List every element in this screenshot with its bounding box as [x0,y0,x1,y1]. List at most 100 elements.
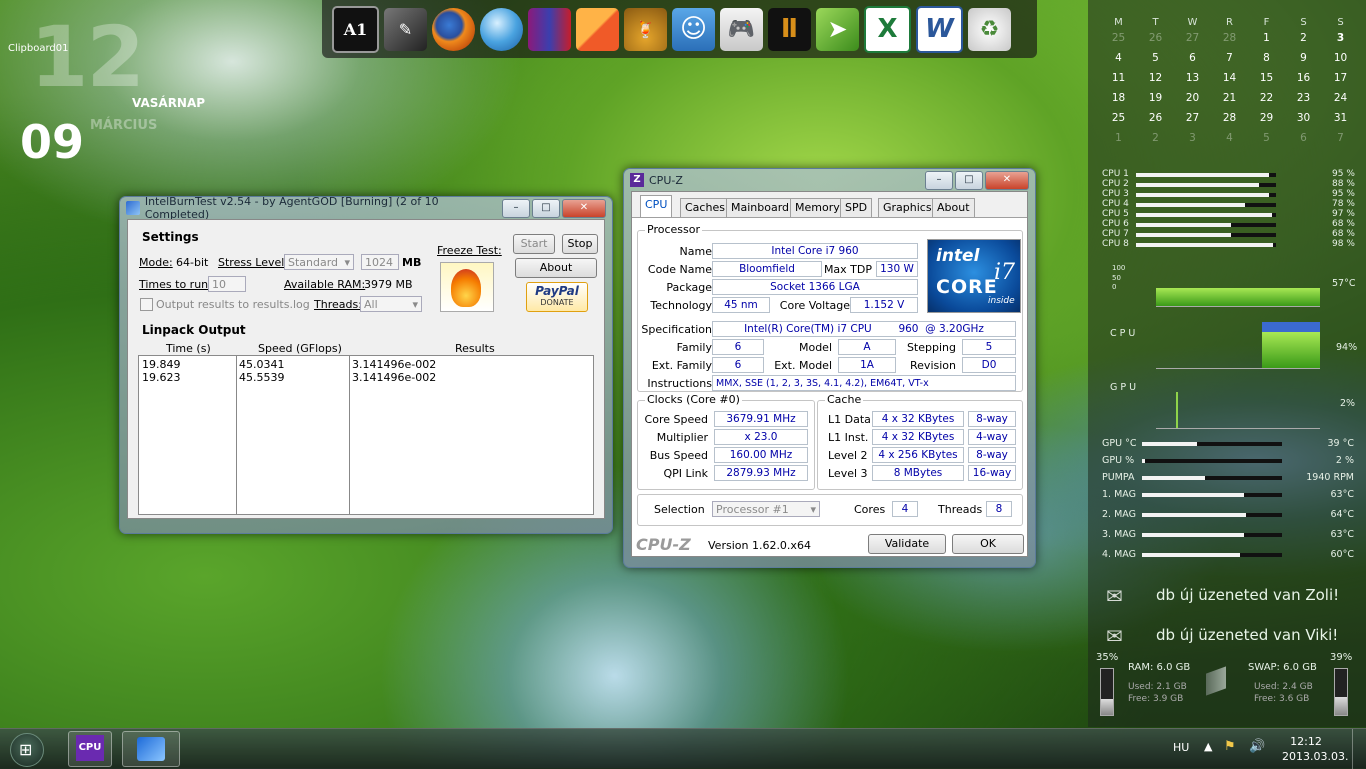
tab-graphics[interactable]: Graphics [878,198,937,218]
calendar-day[interactable]: 31 [1322,112,1359,124]
calendar-day[interactable]: 6 [1174,52,1211,64]
calendar-day[interactable]: 9 [1285,52,1322,64]
calendar-day[interactable]: 2 [1285,32,1322,44]
finder-icon[interactable]: ☺ [672,7,715,51]
calendar-day[interactable]: 17 [1322,72,1359,84]
message-zoli[interactable]: ✉ db új üzeneted van Zoli! [1104,582,1364,622]
calendar-day[interactable]: 15 [1248,72,1285,84]
calendar-day[interactable]: 13 [1174,72,1211,84]
gamepad-icon[interactable]: 🎮 [720,7,763,51]
taskbar-clock[interactable]: 12:12 2013.03.03. [1282,735,1348,763]
black-ops-icon[interactable]: Ⅱ [768,7,811,51]
ibt-titlebar[interactable]: IntelBurnTest v2.54 - by AgentGOD [Burni… [120,195,612,221]
memory-input[interactable]: 1024 [361,254,399,270]
processor-select[interactable]: Processor #1 ▾ [712,501,820,517]
desktop-icon-clipboard[interactable]: Clipboard01 [8,43,69,54]
calendar-day[interactable]: 2 [1137,132,1174,144]
calendar-day[interactable]: 4 [1211,132,1248,144]
stop-button[interactable]: Stop [562,234,598,254]
show-desktop-button[interactable] [1352,729,1366,769]
tab-memory[interactable]: Memory [790,198,845,218]
paypal-donate-button[interactable]: PayPal DONATE [526,282,588,312]
action-center-icon[interactable]: ⚑ [1224,739,1236,754]
minimize-button[interactable]: – [925,170,953,190]
calendar-day[interactable]: 26 [1137,32,1174,44]
calendar-day[interactable]: 14 [1211,72,1248,84]
maximize-button[interactable]: □ [532,198,560,218]
calendar-day[interactable]: 7 [1211,52,1248,64]
blocks-icon[interactable] [576,7,619,51]
calendar-day[interactable]: 8 [1248,52,1285,64]
calendar-day[interactable]: 21 [1211,92,1248,104]
language-indicator[interactable]: HU [1173,741,1189,754]
calendar-day[interactable]: 18 [1100,92,1137,104]
taskbar-intelburntest-button[interactable] [122,731,180,767]
cocktail-icon[interactable]: 🍹 [624,7,667,51]
excel-icon[interactable]: X [864,5,911,53]
calendar-day[interactable]: 10 [1322,52,1359,64]
calendar-day[interactable]: 5 [1137,52,1174,64]
about-button[interactable]: About [515,258,597,278]
output-results-checkbox[interactable] [140,298,153,311]
calendar-day[interactable]: 7 [1322,132,1359,144]
calendar-day[interactable]: 3 [1174,132,1211,144]
close-button[interactable]: ✕ [562,198,606,218]
cpuz-titlebar[interactable]: Z CPU-Z – □ ✕ [624,169,1035,191]
taskbar: ⊞ CPU HU ▲ ⚑ 🔊 12:12 2013.03.03. [0,728,1366,769]
calendar-day[interactable]: 11 [1100,72,1137,84]
calendar-day[interactable]: 28 [1211,32,1248,44]
calendar-day[interactable]: 1 [1248,32,1285,44]
close-button[interactable]: ✕ [985,170,1029,190]
calendar-day[interactable]: 29 [1248,112,1285,124]
freeze-test-flame-image[interactable] [440,262,494,312]
calendar-day[interactable]: 3 [1322,32,1359,44]
firefox-icon[interactable] [432,7,475,51]
calendar-day[interactable]: 28 [1211,112,1248,124]
calendar-day[interactable]: 27 [1174,112,1211,124]
calendar-day[interactable]: 20 [1174,92,1211,104]
calendar-day[interactable]: 26 [1137,112,1174,124]
start-button[interactable]: ⊞ [10,733,44,767]
winrar-icon[interactable] [528,7,571,51]
calendar-day[interactable]: 25 [1100,32,1137,44]
minimize-button[interactable]: – [502,198,530,218]
calendar-day[interactable]: 27 [1174,32,1211,44]
volume-icon[interactable]: 🔊 [1249,739,1265,754]
word-icon[interactable]: W [916,5,963,53]
browser-icon[interactable] [480,7,523,51]
core-speed-label: Core Speed [644,413,708,426]
show-hidden-icons[interactable]: ▲ [1204,740,1212,753]
sensor-fill [1142,493,1245,497]
calendar-day[interactable]: 1 [1100,132,1137,144]
message-text: db új üzeneted van Zoli! [1156,586,1340,604]
tab-cpu[interactable]: CPU [640,195,673,219]
maximize-button[interactable]: □ [955,170,983,190]
calendar-day[interactable]: 19 [1137,92,1174,104]
start-button[interactable]: Start [513,234,555,254]
a1-icon[interactable]: A1 [332,5,379,53]
taskbar-cpuz-button[interactable]: CPU [68,731,112,767]
tab-mainboard[interactable]: Mainboard [726,198,795,218]
calendar-day[interactable]: 4 [1100,52,1137,64]
tab-caches[interactable]: Caches [680,198,730,218]
tab-about[interactable]: About [932,198,975,218]
calendar-day[interactable]: 6 [1285,132,1322,144]
tab-spd[interactable]: SPD [840,198,873,218]
calendar-day[interactable]: 22 [1248,92,1285,104]
calendar-day[interactable]: 12 [1137,72,1174,84]
linpack-output-table[interactable]: 19.849 45.0341 3.141496e-002 19.623 45.5… [138,355,594,515]
arrow-icon[interactable]: ➤ [816,7,859,51]
ok-button[interactable]: OK [952,534,1024,554]
threads-select[interactable]: All ▾ [360,296,422,312]
stress-level-select[interactable]: Standard ▾ [284,254,354,270]
validate-button[interactable]: Validate [868,534,946,554]
calendar-day[interactable]: 16 [1285,72,1322,84]
tools-icon[interactable]: ✎ [384,7,427,51]
calendar-day[interactable]: 30 [1285,112,1322,124]
recycle-bin-icon[interactable]: ♻ [968,7,1011,51]
calendar-day[interactable]: 23 [1285,92,1322,104]
calendar-day[interactable]: 24 [1322,92,1359,104]
times-to-run-input[interactable]: 10 [208,276,246,292]
calendar-day[interactable]: 25 [1100,112,1137,124]
calendar-day[interactable]: 5 [1248,132,1285,144]
